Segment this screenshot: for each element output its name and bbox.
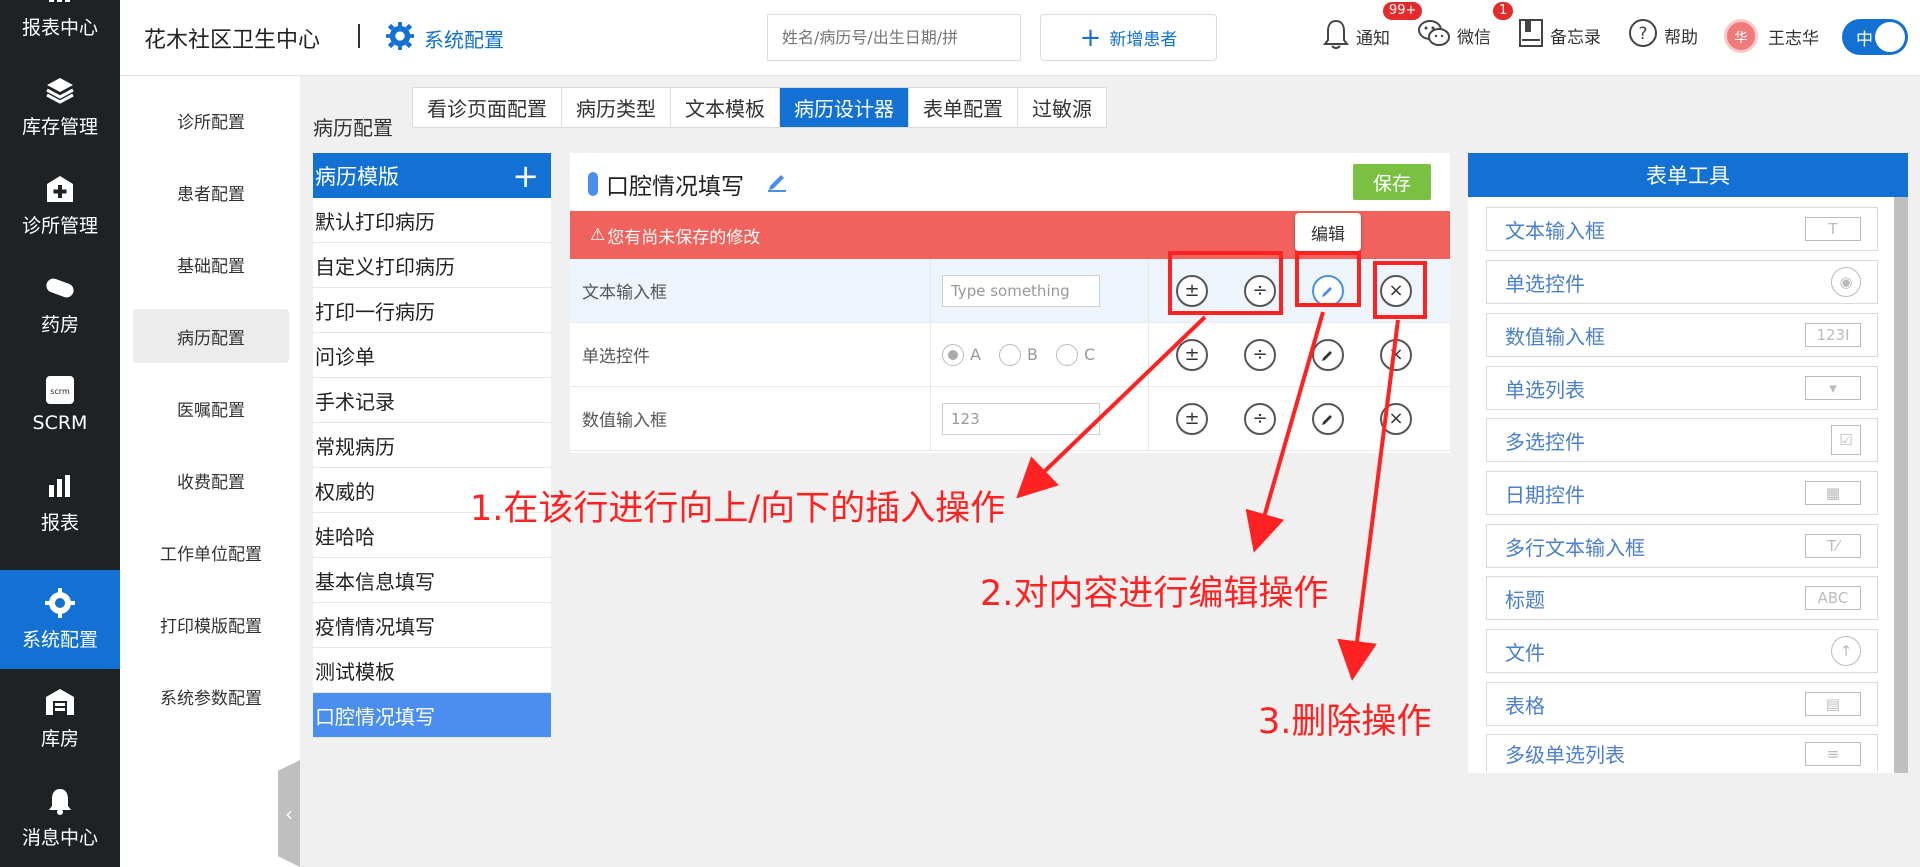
tool-label: 标题 — [1505, 587, 1545, 612]
tool-date[interactable]: 日期控件 ▦ — [1486, 471, 1878, 515]
tool-checkbox[interactable]: 多选控件 ☑ — [1486, 418, 1878, 462]
form-tools-panel: 表单工具 文本输入框 T 单选控件 ◉ 数值输入框 123I 单选列表 ▾ 多选控件 ☑ … — [1468, 153, 1908, 773]
annotation-edit-text: 2.对内容进行编辑操作 — [980, 574, 1329, 614]
tool-label: 文本输入框 — [1505, 218, 1605, 243]
upload-icon: ↑ — [1831, 636, 1861, 666]
number-field-icon: 123I — [1805, 323, 1861, 347]
textarea-icon: T⁄ — [1805, 534, 1861, 558]
dropdown-icon: ▾ — [1805, 376, 1861, 400]
annotation-delete-text: 3.删除操作 — [1258, 702, 1432, 742]
tool-number-input[interactable]: 数值输入框 123I — [1486, 313, 1878, 357]
text-field-icon: T — [1805, 217, 1861, 241]
tool-radio[interactable]: 单选控件 ◉ — [1486, 260, 1878, 304]
tool-label: 多选控件 — [1505, 429, 1585, 454]
tools-scrollbar[interactable] — [1894, 197, 1908, 773]
cascade-list-icon: ≡ — [1805, 741, 1861, 766]
tool-label: 单选控件 — [1505, 271, 1585, 296]
tool-label: 多行文本输入框 — [1505, 535, 1645, 560]
tool-label: 数值输入框 — [1505, 324, 1605, 349]
annotation-insert-text: 1.在该行进行向上/向下的插入操作 — [470, 489, 1006, 529]
tool-cascade-list[interactable]: 多级单选列表 ≡ — [1486, 734, 1878, 772]
tool-label: 日期控件 — [1505, 482, 1585, 507]
tool-table[interactable]: 表格 ▤ — [1486, 682, 1878, 726]
tool-label: 文件 — [1505, 640, 1545, 665]
table-icon: ▤ — [1805, 692, 1861, 716]
tool-heading[interactable]: 标题 ABC — [1486, 576, 1878, 620]
tool-file[interactable]: 文件 ↑ — [1486, 629, 1878, 673]
tools-header: 表单工具 — [1468, 153, 1908, 197]
radio-icon: ◉ — [1831, 267, 1861, 297]
tool-select-list[interactable]: 单选列表 ▾ — [1486, 366, 1878, 410]
heading-icon: ABC — [1805, 586, 1861, 610]
tool-textarea[interactable]: 多行文本输入框 T⁄ — [1486, 524, 1878, 568]
calendar-icon: ▦ — [1805, 481, 1861, 505]
tool-label: 单选列表 — [1505, 377, 1585, 402]
checkbox-icon: ☑ — [1831, 425, 1861, 455]
tool-label: 表格 — [1505, 693, 1545, 718]
tool-label: 多级单选列表 — [1505, 743, 1625, 767]
tool-text-input[interactable]: 文本输入框 T — [1486, 207, 1878, 251]
